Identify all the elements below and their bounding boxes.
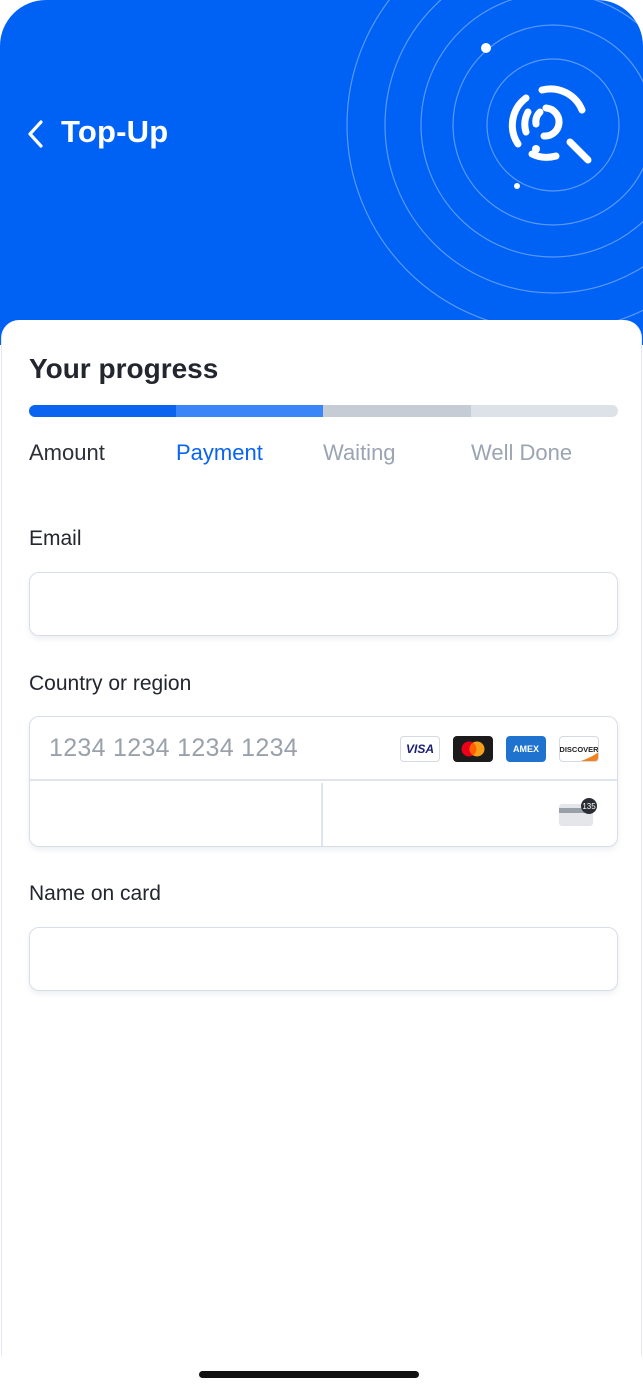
progress-heading: Your progress <box>29 353 219 384</box>
card-details-group: 1234 1234 1234 1234 VISA AMEX DISCOVER 1… <box>29 716 618 847</box>
phone-screen: Top-Up Your progress Amount Payment Wait… <box>0 0 643 1391</box>
name-on-card-label: Name on card <box>29 882 161 905</box>
progress-segment-amount <box>29 405 176 417</box>
chevron-left-icon <box>28 120 43 148</box>
home-indicator <box>199 1371 419 1378</box>
svg-text:135: 135 <box>582 802 596 811</box>
amex-icon: AMEX <box>506 736 546 762</box>
discover-icon: DISCOVER <box>559 736 599 762</box>
email-label: Email <box>29 527 82 550</box>
country-label: Country or region <box>29 672 192 695</box>
mastercard-icon <box>453 736 493 762</box>
card-brands: VISA AMEX DISCOVER <box>400 736 599 762</box>
expiry-field[interactable] <box>30 783 323 846</box>
visa-icon: VISA <box>400 736 440 762</box>
cvc-card-icon: 135 <box>559 798 597 826</box>
cvc-field[interactable]: 135 <box>325 783 617 846</box>
progress-segment-waiting <box>323 405 471 417</box>
card-number-field[interactable]: 1234 1234 1234 1234 VISA AMEX DISCOVER <box>30 717 617 781</box>
decorative-rings <box>346 0 643 332</box>
brand-logo-icon <box>508 85 592 164</box>
step-label-waiting: Waiting <box>323 440 396 465</box>
step-label-payment: Payment <box>176 440 263 465</box>
step-label-well-done: Well Done <box>471 440 573 465</box>
header: Top-Up <box>0 0 643 345</box>
step-label-amount: Amount <box>29 440 105 465</box>
name-on-card-field[interactable] <box>29 927 618 991</box>
email-field[interactable] <box>29 572 618 636</box>
form-card: Your progress Amount Payment Waiting Wel… <box>1 320 642 1391</box>
page-title: Top-Up <box>61 114 169 149</box>
back-button[interactable] <box>18 112 52 156</box>
progress-segment-well-done <box>471 405 618 417</box>
card-number-placeholder: 1234 1234 1234 1234 <box>49 734 298 762</box>
progress-segment-payment <box>176 405 323 417</box>
